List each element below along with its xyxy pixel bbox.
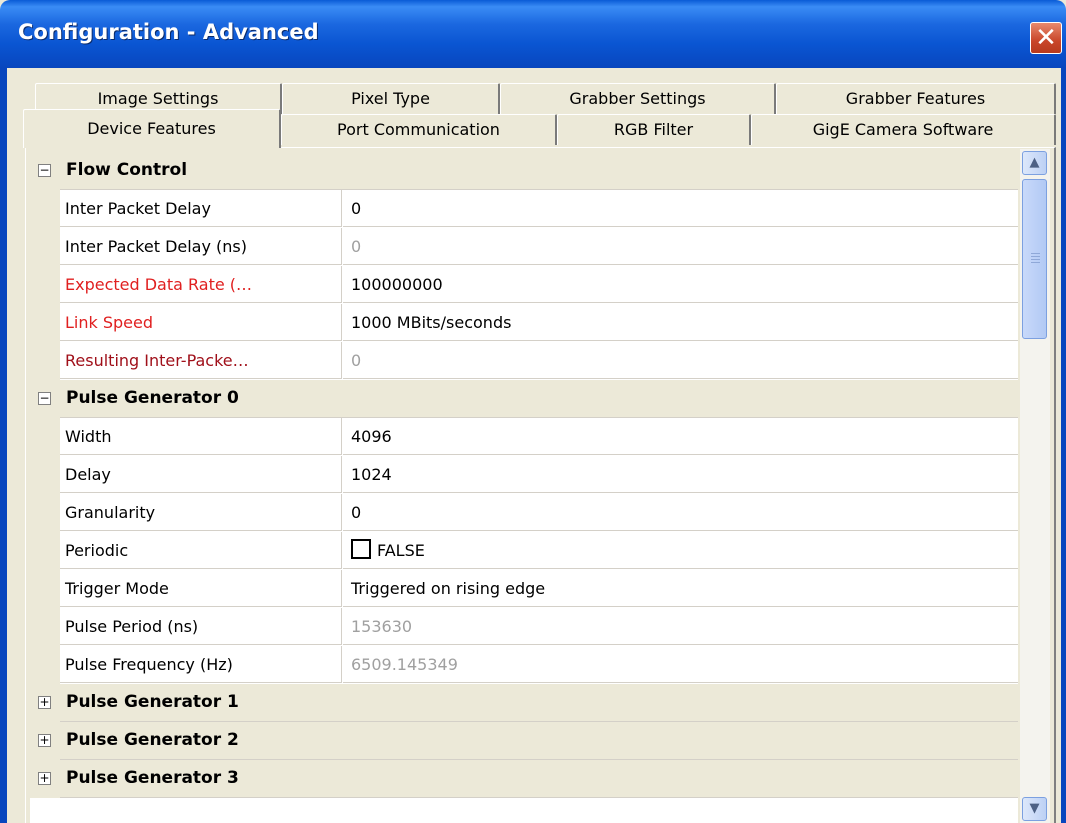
- property-name: Pulse Frequency (Hz): [60, 646, 342, 683]
- property-name: Trigger Mode: [60, 570, 342, 607]
- category-name: Flow Control: [66, 160, 188, 180]
- tab-port-communication[interactable]: Port Communication: [281, 114, 557, 145]
- property-row[interactable]: Trigger Mode Triggered on rising edge: [30, 570, 1018, 608]
- property-value-field[interactable]: FALSE: [343, 532, 1018, 569]
- property-row[interactable]: Pulse Frequency (Hz) 6509.145349: [30, 646, 1018, 684]
- tab-grabber-settings[interactable]: Grabber Settings: [500, 83, 776, 114]
- property-name: Pulse Period (ns): [60, 608, 342, 645]
- category-row[interactable]: − Flow Control: [30, 152, 1018, 190]
- chevron-up-icon: ▲: [1029, 155, 1040, 170]
- property-row[interactable]: Link Speed 1000 MBits/seconds: [30, 304, 1018, 342]
- property-name: Delay: [60, 456, 342, 493]
- tab-rgb-filter[interactable]: RGB Filter: [557, 114, 751, 145]
- property-name: Resulting Inter-Packe…: [60, 342, 342, 379]
- property-row[interactable]: Granularity 0: [30, 494, 1018, 532]
- checkbox-label: FALSE: [377, 541, 425, 560]
- property-name: Expected Data Rate (…: [60, 266, 342, 303]
- close-icon: ✕: [1035, 23, 1057, 53]
- tab-gige-camera-software[interactable]: GigE Camera Software: [751, 114, 1056, 145]
- property-row[interactable]: Delay 1024: [30, 456, 1018, 494]
- expand-icon[interactable]: +: [38, 772, 51, 785]
- category-name: Pulse Generator 3: [66, 768, 239, 788]
- tab-grabber-features[interactable]: Grabber Features: [776, 83, 1056, 114]
- property-value-readonly: 6509.145349: [343, 646, 1018, 683]
- category-name: Pulse Generator 2: [66, 730, 239, 750]
- expand-icon[interactable]: +: [38, 696, 51, 709]
- property-name: Width: [60, 418, 342, 455]
- property-row[interactable]: Pulse Period (ns) 153630: [30, 608, 1018, 646]
- property-row[interactable]: Expected Data Rate (… 100000000: [30, 266, 1018, 304]
- property-value-field[interactable]: 0: [343, 190, 1018, 227]
- property-row[interactable]: Periodic FALSE: [30, 532, 1018, 570]
- tab-device-features[interactable]: Device Features: [23, 109, 281, 148]
- collapse-icon[interactable]: −: [38, 392, 51, 405]
- close-button[interactable]: ✕: [1030, 22, 1062, 54]
- property-grid: − Flow Control Inter Packet Delay 0 Inte…: [30, 152, 1018, 823]
- property-row[interactable]: Inter Packet Delay 0: [30, 190, 1018, 228]
- property-row[interactable]: Inter Packet Delay (ns) 0: [30, 228, 1018, 266]
- property-row[interactable]: Resulting Inter-Packe… 0: [30, 342, 1018, 380]
- category-name: Pulse Generator 0: [66, 388, 239, 408]
- periodic-checkbox[interactable]: [351, 539, 371, 559]
- grip-icon: [1031, 253, 1040, 254]
- vertical-scrollbar[interactable]: ▲ ▼: [1020, 149, 1050, 823]
- window-frame-right: [1061, 68, 1066, 823]
- property-name: Granularity: [60, 494, 342, 531]
- property-name: Inter Packet Delay: [60, 190, 342, 227]
- tab-pixel-type[interactable]: Pixel Type: [282, 83, 500, 114]
- expand-icon[interactable]: +: [38, 734, 51, 747]
- property-name: Inter Packet Delay (ns): [60, 228, 342, 265]
- category-name: Pulse Generator 1: [66, 692, 239, 712]
- scroll-down-button[interactable]: ▼: [1022, 797, 1047, 821]
- property-value-readonly: 0: [343, 342, 1018, 379]
- property-value-field[interactable]: 100000000: [343, 266, 1018, 303]
- chevron-down-icon: ▼: [1029, 801, 1040, 816]
- category-row[interactable]: + Pulse Generator 2: [30, 722, 1018, 760]
- property-value-readonly: 0: [343, 228, 1018, 265]
- category-row[interactable]: + Pulse Generator 1: [30, 684, 1018, 722]
- collapse-icon[interactable]: −: [38, 164, 51, 177]
- property-value-readonly: 153630: [343, 608, 1018, 645]
- category-row[interactable]: − Pulse Generator 0: [30, 380, 1018, 418]
- property-value-field[interactable]: 0: [343, 494, 1018, 531]
- property-value-field[interactable]: 4096: [343, 418, 1018, 455]
- scroll-thumb[interactable]: [1022, 179, 1047, 339]
- window-frame-left: [0, 68, 7, 823]
- property-name: Link Speed: [60, 304, 342, 341]
- category-row[interactable]: + Pulse Generator 3: [30, 760, 1018, 798]
- property-value-field[interactable]: 1024: [343, 456, 1018, 493]
- property-value-field[interactable]: 1000 MBits/seconds: [343, 304, 1018, 341]
- title-bar: Configuration - Advanced ✕: [0, 0, 1066, 68]
- window-title: Configuration - Advanced: [18, 20, 319, 44]
- property-name: Periodic: [60, 532, 342, 569]
- property-row[interactable]: Width 4096: [30, 418, 1018, 456]
- property-value-dropdown[interactable]: Triggered on rising edge: [343, 570, 1018, 607]
- scroll-up-button[interactable]: ▲: [1022, 151, 1047, 175]
